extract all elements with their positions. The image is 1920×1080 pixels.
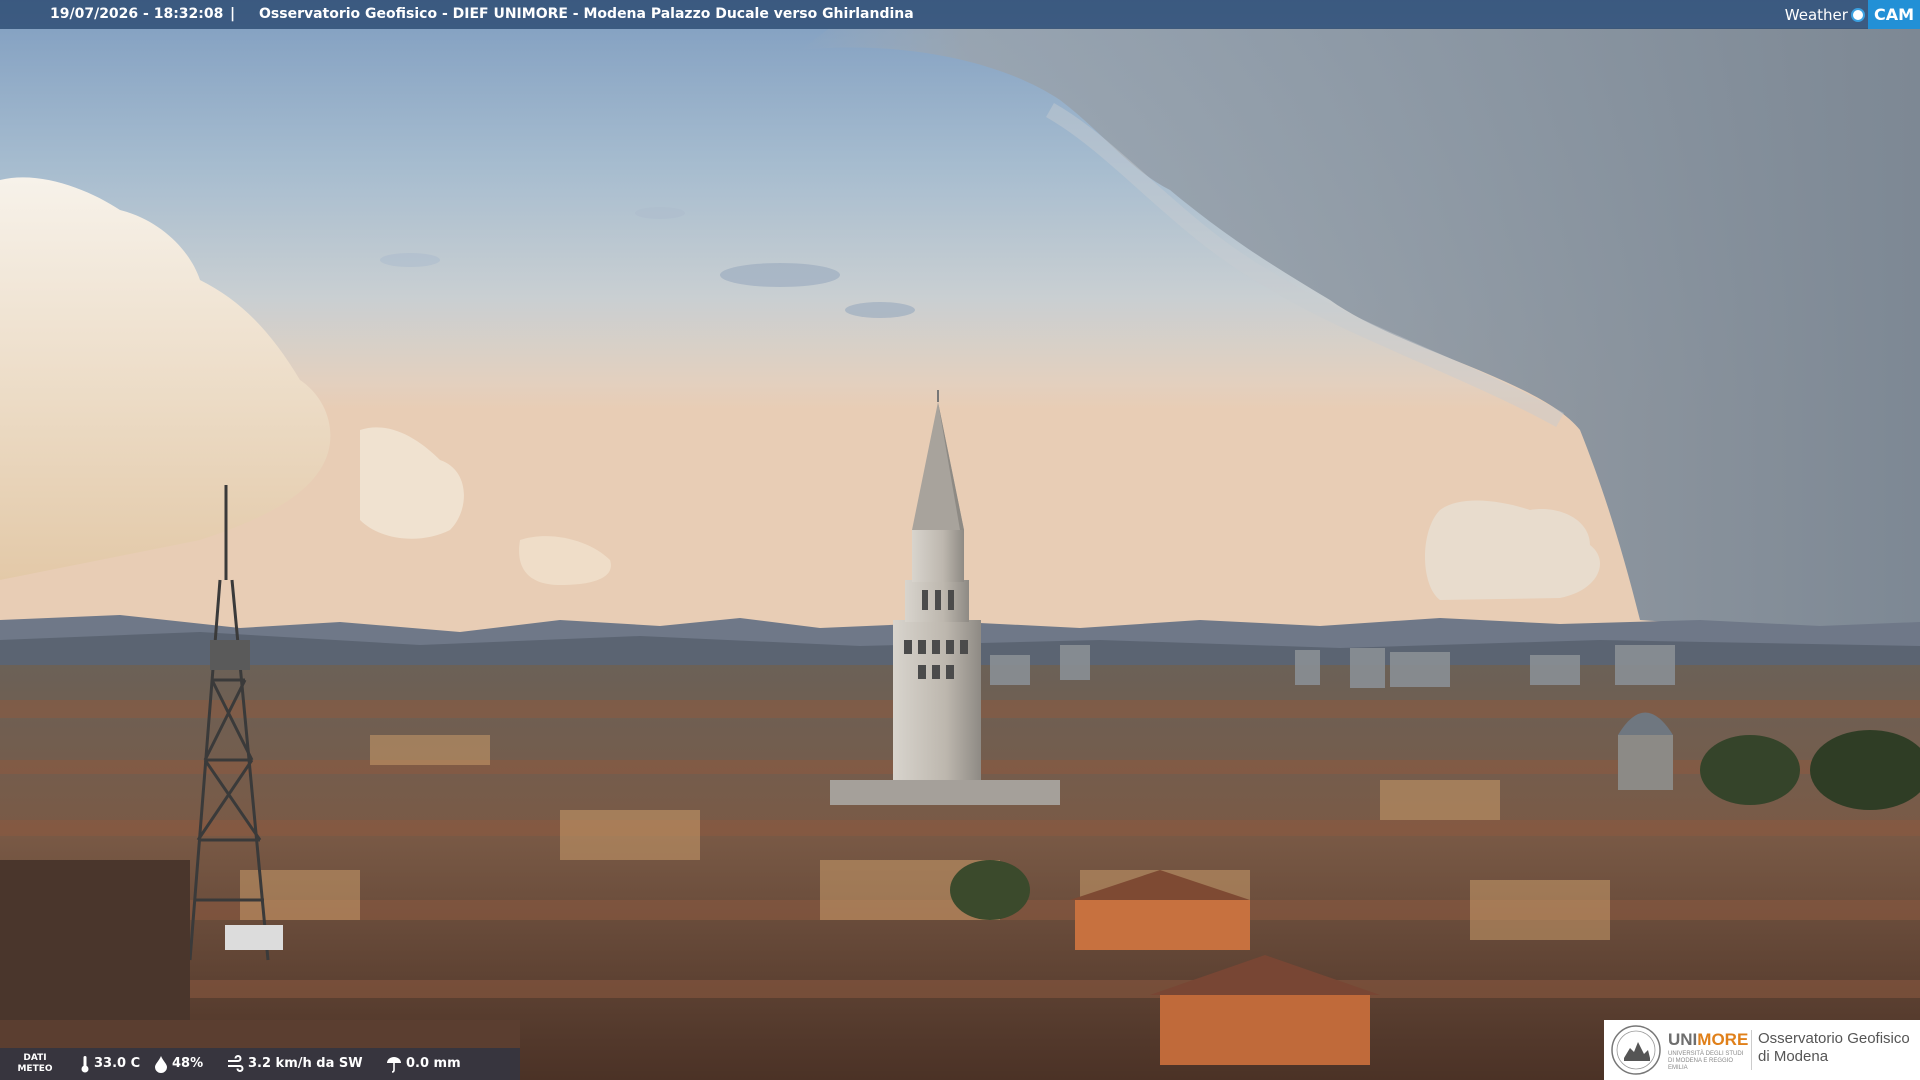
- observatory-line2: di Modena: [1758, 1048, 1829, 1065]
- weathercam-logo: Weather CAM: [1785, 0, 1920, 29]
- unimore-wordmark: UNIMORE: [1668, 1030, 1748, 1050]
- unimore-wordmark-part1: UNI: [1668, 1030, 1698, 1049]
- webcam-frame: 19/07/2026 - 18:32:08 | Osservatorio Geo…: [0, 0, 1920, 1080]
- brand-cam-text: CAM: [1867, 0, 1920, 29]
- caption-separator: |: [230, 6, 236, 22]
- weather-label-line1: DATI: [23, 1053, 47, 1063]
- wind-icon: [228, 1055, 244, 1072]
- rain-value: 0.0 mm: [406, 1056, 461, 1071]
- unimore-subtitle: UNIVERSITÀ DEGLI STUDI DI MODENA E REGGI…: [1668, 1051, 1744, 1071]
- weather-label-line2: METEO: [17, 1064, 53, 1074]
- wind-value: 3.2 km/h da SW: [248, 1056, 363, 1071]
- weather-data-label: DATI METEO: [16, 1053, 54, 1075]
- unimore-wordmark-part2: MORE: [1697, 1030, 1749, 1049]
- humidity-drop-icon: [155, 1056, 167, 1073]
- observatory-name: Osservatorio Geofisico di Modena: [1758, 1030, 1920, 1066]
- thermometer-icon: [81, 1056, 89, 1073]
- unimore-logo-panel: UNIMORE UNIVERSITÀ DEGLI STUDI DI MODENA…: [1604, 1020, 1920, 1080]
- temperature-reading: 33.0 C: [80, 1055, 140, 1073]
- brand-dot-icon: [1850, 7, 1865, 22]
- caption-bar: 19/07/2026 - 18:32:08 | Osservatorio Geo…: [0, 0, 1920, 29]
- university-seal-icon: [1611, 1025, 1661, 1075]
- rain-umbrella-icon: [387, 1057, 401, 1073]
- humidity-reading: 48%: [154, 1055, 203, 1073]
- wind-reading: 3.2 km/h da SW: [226, 1055, 363, 1073]
- logo-divider: [1751, 1030, 1752, 1070]
- rain-reading: 0.0 mm: [386, 1055, 461, 1073]
- weather-data-bar: DATI METEO 33.0 C 48% 3.2 km/h da SW 0.0…: [0, 1048, 520, 1080]
- humidity-value: 48%: [172, 1056, 204, 1071]
- webcam-image: [0, 0, 1920, 1080]
- location-title: Osservatorio Geofisico - DIEF UNIMORE - …: [259, 6, 914, 22]
- timestamp: 19/07/2026 - 18:32:08: [50, 6, 224, 22]
- observatory-line1: Osservatorio Geofisico: [1758, 1030, 1910, 1047]
- temperature-value: 33.0 C: [94, 1056, 141, 1071]
- brand-weather-text: Weather: [1784, 5, 1848, 24]
